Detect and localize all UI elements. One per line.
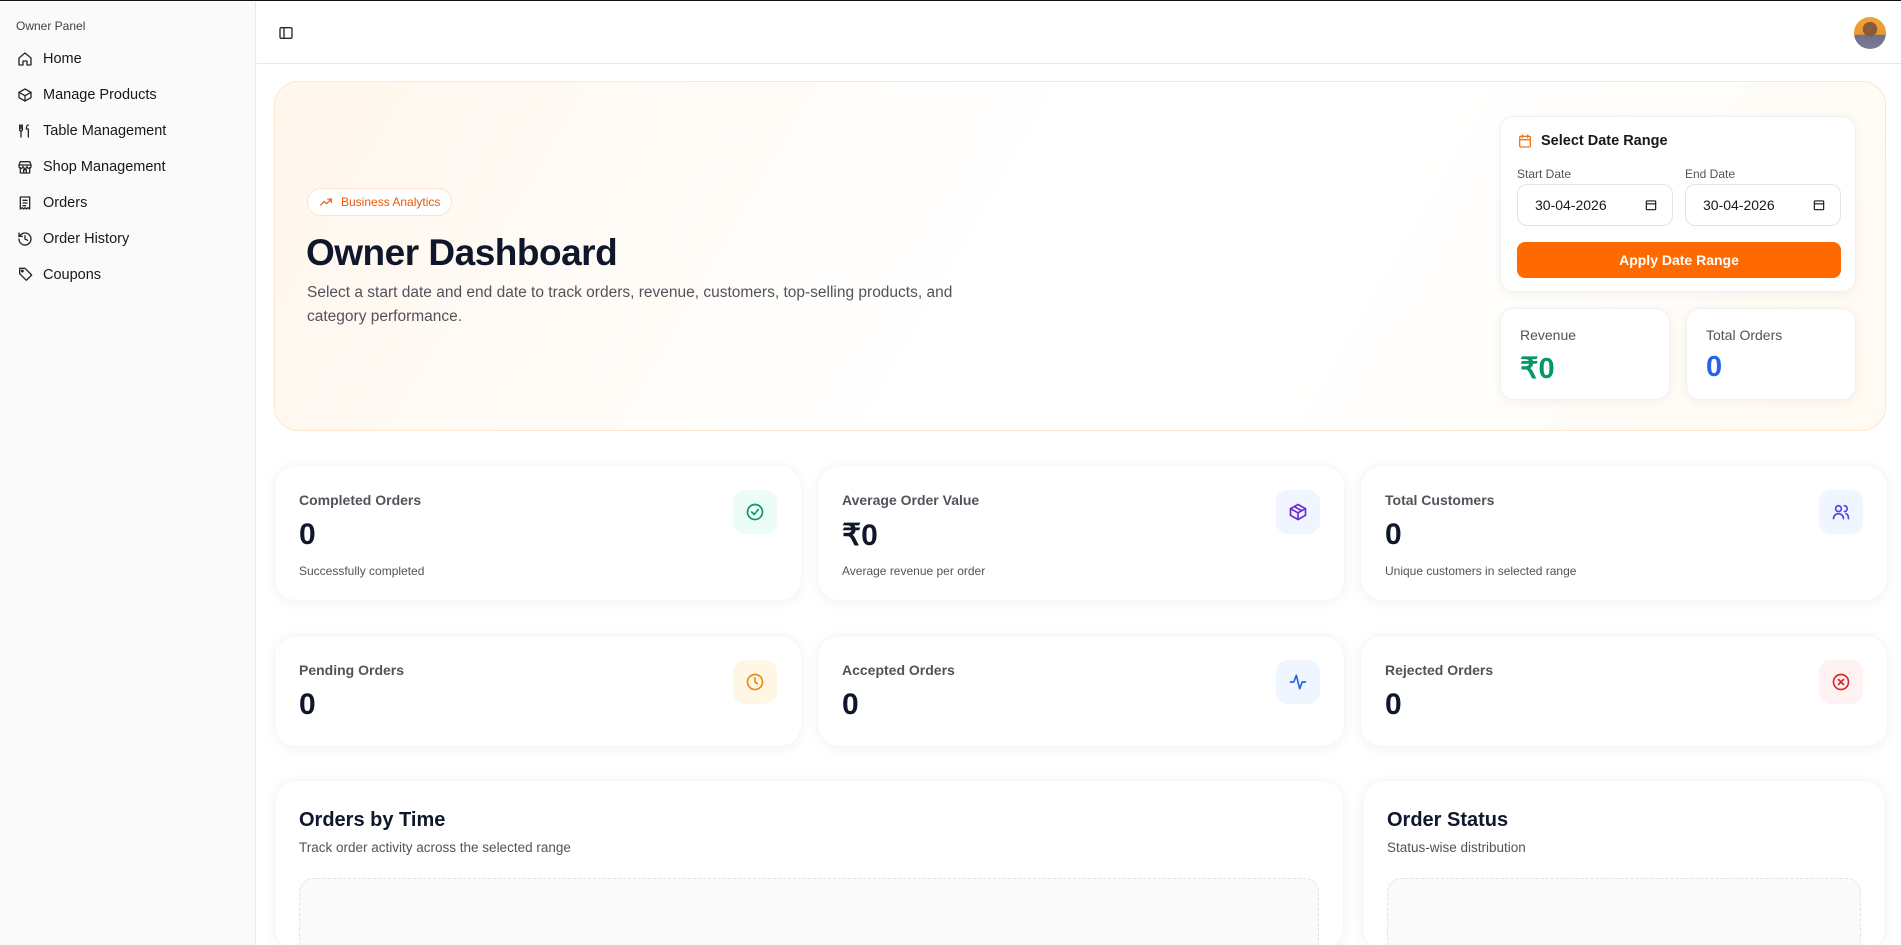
history-icon [18,232,32,246]
stat-label: Rejected Orders [1385,662,1494,678]
stat-value: 0 [842,688,859,721]
chart-subtitle: Status-wise distribution [1387,840,1526,855]
total-orders-value: 0 [1706,351,1723,383]
package-icon [1276,490,1320,534]
stat-value: 0 [299,518,316,551]
pending-orders-card: Pending Orders 0 [274,635,802,747]
calendar-icon [1519,134,1531,148]
tag-icon [19,267,33,281]
sidebar-item-orders[interactable]: Orders [8,186,248,220]
check-circle-icon [733,490,777,534]
users-icon [1819,490,1863,534]
stat-subtext: Average revenue per order [842,564,986,578]
accepted-orders-card: Accepted Orders 0 [817,635,1345,747]
sidebar-item-label: Manage Products [43,87,157,103]
sidebar-item-order-history[interactable]: Order History [8,222,248,256]
topbar [257,2,1901,64]
chart-title: Order Status [1387,809,1509,831]
panel-left-icon [279,27,293,39]
start-date-value: 30-04-2026 [1535,197,1607,213]
activity-icon [1276,660,1320,704]
sidebar-item-coupons[interactable]: Coupons [8,258,248,292]
end-date-label: End Date [1685,167,1736,181]
stat-label: Average Order Value [842,492,980,508]
sidebar: Owner Panel Home Manage Products Table M… [0,2,256,945]
business-analytics-badge: Business Analytics [307,188,453,216]
stat-value: 0 [299,688,316,721]
total-customers-card: Total Customers 0 Unique customers in se… [1360,465,1888,601]
stat-subtext: Unique customers in selected range [1385,564,1577,578]
orders-by-time-card: Orders by Time Track order activity acro… [274,780,1344,945]
stat-label: Total Customers [1385,492,1495,508]
stat-value: 0 [1385,688,1402,721]
revenue-value: ₹0 [1520,353,1555,385]
sidebar-item-label: Shop Management [43,159,166,175]
completed-orders-card: Completed Orders 0 Successfully complete… [274,465,802,601]
end-date-input[interactable]: 30-04-2026 [1685,184,1841,226]
page-title: Owner Dashboard [306,232,618,273]
order-status-card: Order Status Status-wise distribution [1362,780,1886,945]
apply-date-range-button[interactable]: Apply Date Range [1517,242,1841,278]
calendar-picker-icon[interactable] [1644,198,1658,212]
stat-value: ₹0 [842,519,878,552]
chart-title: Orders by Time [299,809,446,831]
start-date-input[interactable]: 30-04-2026 [1517,184,1673,226]
sidebar-item-label: Table Management [43,123,167,139]
total-orders-summary-card: Total Orders 0 [1686,308,1856,400]
revenue-label: Revenue [1520,327,1577,343]
sidebar-toggle-button[interactable] [275,22,297,44]
sidebar-item-shop-management[interactable]: Shop Management [8,150,248,184]
badge-label: Business Analytics [341,195,441,209]
store-icon [18,161,32,174]
stat-label: Completed Orders [299,492,422,508]
orders-by-time-chart-area [299,878,1319,945]
stat-label: Accepted Orders [842,662,955,678]
calendar-picker-icon[interactable] [1812,198,1826,212]
revenue-summary-card: Revenue ₹0 [1500,308,1670,400]
sidebar-item-manage-products[interactable]: Manage Products [8,78,248,112]
order-status-chart-area [1387,878,1861,945]
sidebar-item-label: Coupons [43,267,102,283]
sidebar-item-table-management[interactable]: Table Management [8,114,248,148]
sidebar-item-label: Orders [43,195,88,211]
dashboard-hero: Business Analytics Owner Dashboard Selec… [274,81,1886,431]
chart-subtitle: Track order activity across the selected… [299,840,571,855]
start-date-label: Start Date [1517,167,1572,181]
sidebar-group-label: Owner Panel [16,19,86,33]
receipt-icon [19,196,31,210]
sidebar-item-home[interactable]: Home [8,42,248,76]
date-range-card: Select Date Range Start Date 30-04-2026 … [1500,116,1856,292]
package-icon [18,88,32,102]
trending-up-icon [320,198,332,206]
avatar[interactable] [1854,17,1886,49]
stat-value: 0 [1385,518,1402,551]
stat-subtext: Successfully completed [299,564,425,578]
sidebar-item-label: Order History [43,231,130,247]
sidebar-item-label: Home [43,51,82,67]
stat-label: Pending Orders [299,662,405,678]
utensils-icon [19,124,29,138]
clock-icon [733,660,777,704]
rejected-orders-card: Rejected Orders 0 [1360,635,1888,747]
average-order-value-card: Average Order Value ₹0 Average revenue p… [817,465,1345,601]
home-icon [18,52,32,66]
x-circle-icon [1819,660,1863,704]
end-date-value: 30-04-2026 [1703,197,1775,213]
total-orders-label: Total Orders [1706,327,1783,343]
page-description: Select a start date and end date to trac… [307,284,953,325]
date-range-title: Select Date Range [1517,133,1668,149]
